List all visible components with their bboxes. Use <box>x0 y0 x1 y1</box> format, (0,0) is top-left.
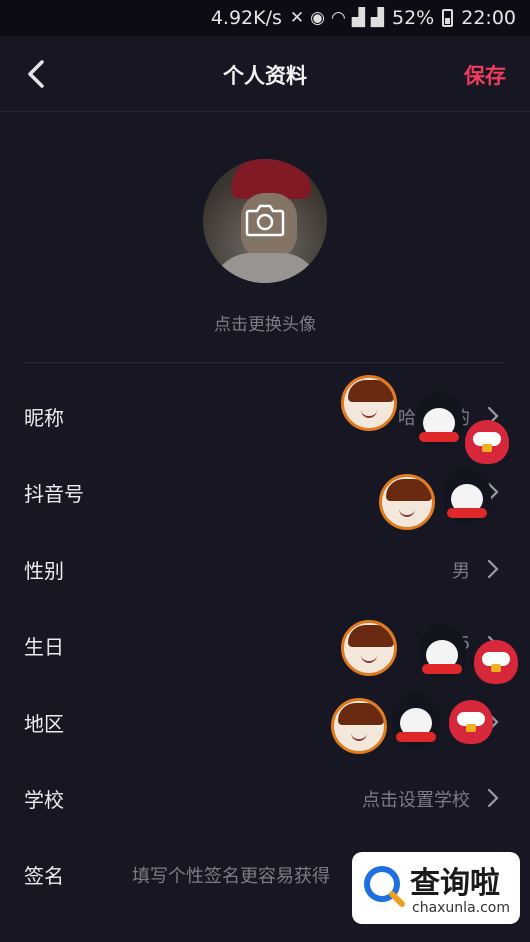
change-avatar-link[interactable]: 点击更换头像 <box>0 310 530 335</box>
watermark-english: chaxunla.com <box>412 900 510 916</box>
row-label: 学校 <box>24 788 64 812</box>
row-school[interactable]: 学校 点击设置学校 <box>0 760 530 836</box>
watermark-logo: 查询啦 chaxunla.com <box>352 852 520 924</box>
row-label: 性别 <box>24 559 64 583</box>
page-title: 个人资料 <box>223 64 307 88</box>
boy-face-sticker <box>341 375 397 431</box>
red-bird-sticker <box>474 640 518 684</box>
row-label: 抖音号 <box>24 482 84 506</box>
penguin-sticker <box>443 468 491 522</box>
battery-icon <box>442 9 454 27</box>
signal-e-icon: ▟ <box>370 8 384 28</box>
nav-bar: 个人资料 保存 <box>0 36 530 112</box>
red-bird-sticker <box>449 700 493 744</box>
divider <box>24 362 506 363</box>
row-label: 地区 <box>24 712 64 736</box>
signal-4g-icon: ▟ <box>351 8 365 28</box>
alarm-icon: ◉ <box>310 8 325 28</box>
battery-percent: 52% <box>392 7 435 29</box>
camera-icon <box>245 204 285 237</box>
boy-face-sticker <box>331 698 387 754</box>
avatar[interactable] <box>203 159 327 283</box>
boy-face-sticker <box>379 474 435 530</box>
magnifier-logo-icon <box>364 866 405 907</box>
save-button[interactable]: 保存 <box>464 60 506 90</box>
row-value: 男 <box>452 561 470 582</box>
chevron-right-icon <box>487 788 499 808</box>
mute-icon: ✕ <box>289 8 305 28</box>
watermark-chinese: 查询啦 <box>410 866 500 901</box>
row-label: 昵称 <box>24 406 64 430</box>
boy-face-sticker <box>341 620 397 676</box>
red-bird-sticker <box>465 420 509 464</box>
network-speed: 4.92K/s <box>210 7 282 29</box>
row-gender[interactable]: 性别 男 <box>0 531 530 607</box>
penguin-sticker <box>418 624 466 678</box>
status-bar: 4.92K/s ✕ ◉ ◠ ▟ ▟ 52% 22:00 <box>0 0 530 36</box>
row-value: 点击设置学校 <box>362 790 470 811</box>
signature-input[interactable]: 填写个性签名更容易获得 <box>132 862 330 888</box>
clock: 22:00 <box>461 7 516 29</box>
row-label: 生日 <box>24 635 64 659</box>
wifi-icon: ◠ <box>331 8 346 28</box>
chevron-right-icon <box>487 559 499 579</box>
row-label: 签名 <box>24 864 64 888</box>
penguin-sticker <box>415 392 463 446</box>
penguin-sticker <box>392 692 440 746</box>
status-icons: ✕ ◉ ◠ ▟ ▟ <box>290 8 384 28</box>
